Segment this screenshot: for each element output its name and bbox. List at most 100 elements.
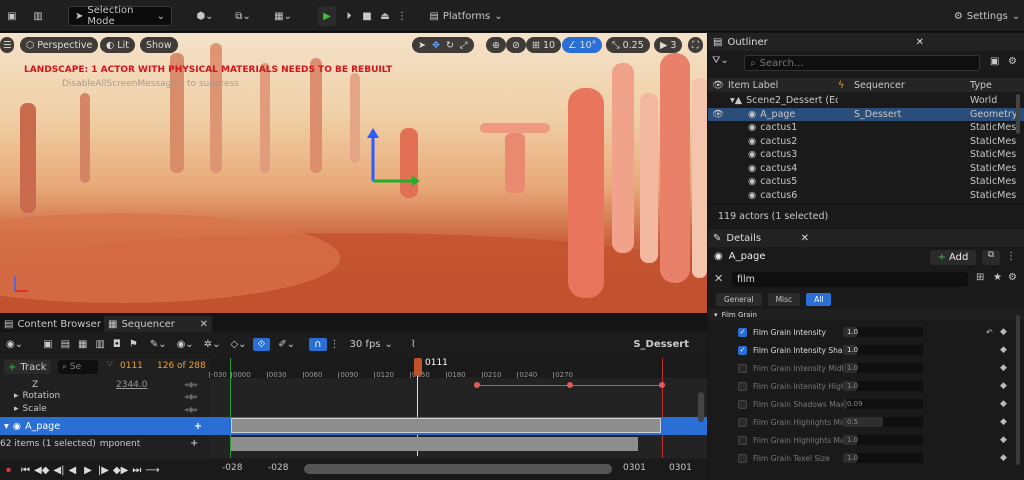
clapper-icon[interactable]: ▥ xyxy=(95,339,104,350)
play-icon[interactable]: ▶ xyxy=(318,6,336,26)
outliner-row[interactable]: ◉ cactus3 StaticMes xyxy=(708,148,1024,162)
details-search[interactable]: film xyxy=(732,272,968,287)
stop-icon[interactable]: ■ xyxy=(360,6,374,26)
blueprint-icon[interactable]: ⧉ xyxy=(982,250,1000,265)
save-icon[interactable]: ▣ xyxy=(43,339,52,350)
a-page-section[interactable] xyxy=(231,418,661,433)
world-local-icon[interactable]: ⊕ xyxy=(486,37,506,53)
outliner-row[interactable]: ◉ cactus4 StaticMes xyxy=(708,162,1024,176)
tab-sequencer[interactable]: ▦ Sequencer ✕ xyxy=(104,316,212,332)
jump-end-icon[interactable]: ⏭ xyxy=(132,465,141,476)
outliner-row[interactable]: 👁 ◉ A_page S_Dessert Geometry xyxy=(708,107,1024,121)
outliner-row[interactable]: ◉ cactus6 StaticMes xyxy=(708,189,1024,203)
property-value[interactable]: 0.5 xyxy=(843,417,923,427)
override-checkbox[interactable] xyxy=(738,363,747,373)
more-icon[interactable]: ⋮ xyxy=(397,6,407,26)
keyframe-add-icon[interactable]: ◆ xyxy=(1000,417,1007,427)
outliner-search[interactable]: ⌕ Search... xyxy=(744,55,980,71)
property-value[interactable]: 1.0 xyxy=(843,327,923,337)
move-icon[interactable]: ✥ xyxy=(432,40,440,51)
playhead-handle[interactable] xyxy=(414,358,422,376)
grid-snap-button[interactable]: ⊞ 10 xyxy=(526,37,562,53)
track-scale[interactable]: ▸ Scale xyxy=(14,404,47,414)
track-rotation[interactable]: ▸ Rotation xyxy=(14,391,60,401)
override-checkbox[interactable] xyxy=(738,435,747,445)
browse-icon[interactable]: ▤ xyxy=(61,339,70,350)
platforms-button[interactable]: ▤ Platforms ⌄ xyxy=(429,6,502,26)
keyframe-add-icon[interactable]: ◆ xyxy=(1000,453,1007,463)
col-sequencer[interactable]: Sequencer xyxy=(854,80,970,91)
eject-icon[interactable]: ⏏ xyxy=(378,6,392,26)
outliner-row[interactable]: ◉ cactus5 StaticMes xyxy=(708,175,1024,189)
filter-icon[interactable]: ⛛⌄ xyxy=(712,55,734,71)
timeline-scrollbar[interactable] xyxy=(698,392,704,422)
col-item-label[interactable]: Item Label xyxy=(728,80,838,91)
level-viewport[interactable]: ☰ ⬡ Perspective ◐ Lit Show ➤ ✥ ↻ ⤢ ⊕ ⊘ ⊞ 10 ∠ 1… xyxy=(0,33,707,313)
track-z-value[interactable]: 2344.0 xyxy=(116,380,148,390)
override-checkbox[interactable] xyxy=(738,381,747,391)
reset-icon[interactable]: ↶ xyxy=(986,328,993,337)
jump-start-icon[interactable]: ⏮ xyxy=(21,465,30,476)
override-checkbox[interactable]: ✓ xyxy=(738,327,747,337)
auto-key-icon[interactable]: ⟐ xyxy=(252,337,271,351)
content-icon[interactable]: ▥ xyxy=(30,6,46,26)
keyframe[interactable] xyxy=(659,382,665,388)
scale-icon[interactable]: ⤢ xyxy=(460,40,468,51)
prev-key-icon[interactable]: ◀◆ xyxy=(34,465,49,476)
step-forward-icon[interactable]: |▶ xyxy=(98,465,109,476)
property-value[interactable]: 1.0 xyxy=(843,381,923,391)
perspective-button[interactable]: ⬡ Perspective xyxy=(20,37,99,53)
keyframe-add-icon[interactable]: ◆ xyxy=(1000,399,1007,409)
film-grain-section[interactable]: ▾ Film Grain xyxy=(714,311,757,319)
show-button[interactable]: Show xyxy=(140,37,178,53)
loop-icon[interactable]: ⟶ xyxy=(145,465,159,476)
transport-icon[interactable]: ⚑ xyxy=(129,339,138,350)
details-scrollbar[interactable] xyxy=(1016,315,1020,465)
camera-speed-button[interactable]: ▶ 3 xyxy=(654,37,683,53)
outliner-row[interactable]: ◉ cactus2 StaticMes xyxy=(708,135,1024,149)
keyframe-add-icon[interactable]: ◆ xyxy=(1000,345,1007,355)
more-icon[interactable]: ⋮ xyxy=(1006,251,1016,262)
edit-icon[interactable]: ✐⌄ xyxy=(278,339,295,350)
outliner-tab[interactable]: ▤ Outliner ✕ xyxy=(708,33,1024,51)
snap-icon[interactable]: ∩ xyxy=(309,337,327,351)
play-reverse-icon[interactable]: ◀ xyxy=(68,465,76,476)
close-icon[interactable]: ✕ xyxy=(916,37,924,48)
maximize-icon[interactable]: ⛶ xyxy=(688,37,703,53)
plus-icon[interactable]: + xyxy=(190,438,198,449)
property-value[interactable]: 0.09 xyxy=(843,399,923,409)
col-type[interactable]: Type xyxy=(970,80,992,91)
keyframe-add-icon[interactable]: ◆ xyxy=(1000,381,1007,391)
lit-button[interactable]: ◐ Lit xyxy=(100,37,135,53)
world-icon[interactable]: ◉⌄ xyxy=(6,339,23,350)
close-icon[interactable]: ✕ xyxy=(200,319,208,330)
view-icon[interactable]: ◉⌄ xyxy=(177,339,194,350)
property-value[interactable]: 1.0 xyxy=(843,435,923,445)
details-tab[interactable]: ✎ Details ✕ xyxy=(708,229,1024,247)
viewport-menu-button[interactable]: ☰ xyxy=(0,37,14,53)
rotate-icon[interactable]: ↻ xyxy=(446,40,454,51)
tools-icon[interactable]: ✎⌄ xyxy=(150,339,167,350)
table-icon[interactable]: ⊞ xyxy=(976,272,984,283)
clear-filter-icon[interactable]: ✕ xyxy=(714,272,723,285)
add-component-button[interactable]: + Add xyxy=(930,250,976,265)
render-icon[interactable]: ▦ xyxy=(78,339,87,350)
component-section[interactable] xyxy=(231,437,638,451)
outliner-row[interactable]: ◉ cactus1 StaticMes xyxy=(708,121,1024,135)
key-nav-icon[interactable]: ◂◆▸ xyxy=(184,392,198,401)
keyframe[interactable] xyxy=(474,382,480,388)
next-key-icon[interactable]: ◆▶ xyxy=(113,465,128,476)
track-a-page[interactable]: ▾ ◉ A_page + xyxy=(0,417,210,435)
playback-icon[interactable]: ✲⌄ xyxy=(204,339,221,350)
add-folder-icon[interactable]: ▣ xyxy=(990,56,999,67)
keys-icon[interactable]: ◇⌄ xyxy=(230,339,246,350)
add-track-button[interactable]: + Track xyxy=(4,360,51,374)
step-back-icon[interactable]: ◀| xyxy=(53,465,64,476)
plus-icon[interactable]: + xyxy=(194,421,202,432)
track-search[interactable]: ⌕ Se xyxy=(58,360,98,374)
settings-icon[interactable]: ⚙ xyxy=(1008,272,1017,283)
add-actor-button[interactable]: ⬢⌄ xyxy=(190,6,220,26)
range-end[interactable]: 0301 xyxy=(669,463,692,473)
eye-icon[interactable]: 👁 xyxy=(708,109,728,120)
tab-general[interactable]: General xyxy=(716,293,762,306)
